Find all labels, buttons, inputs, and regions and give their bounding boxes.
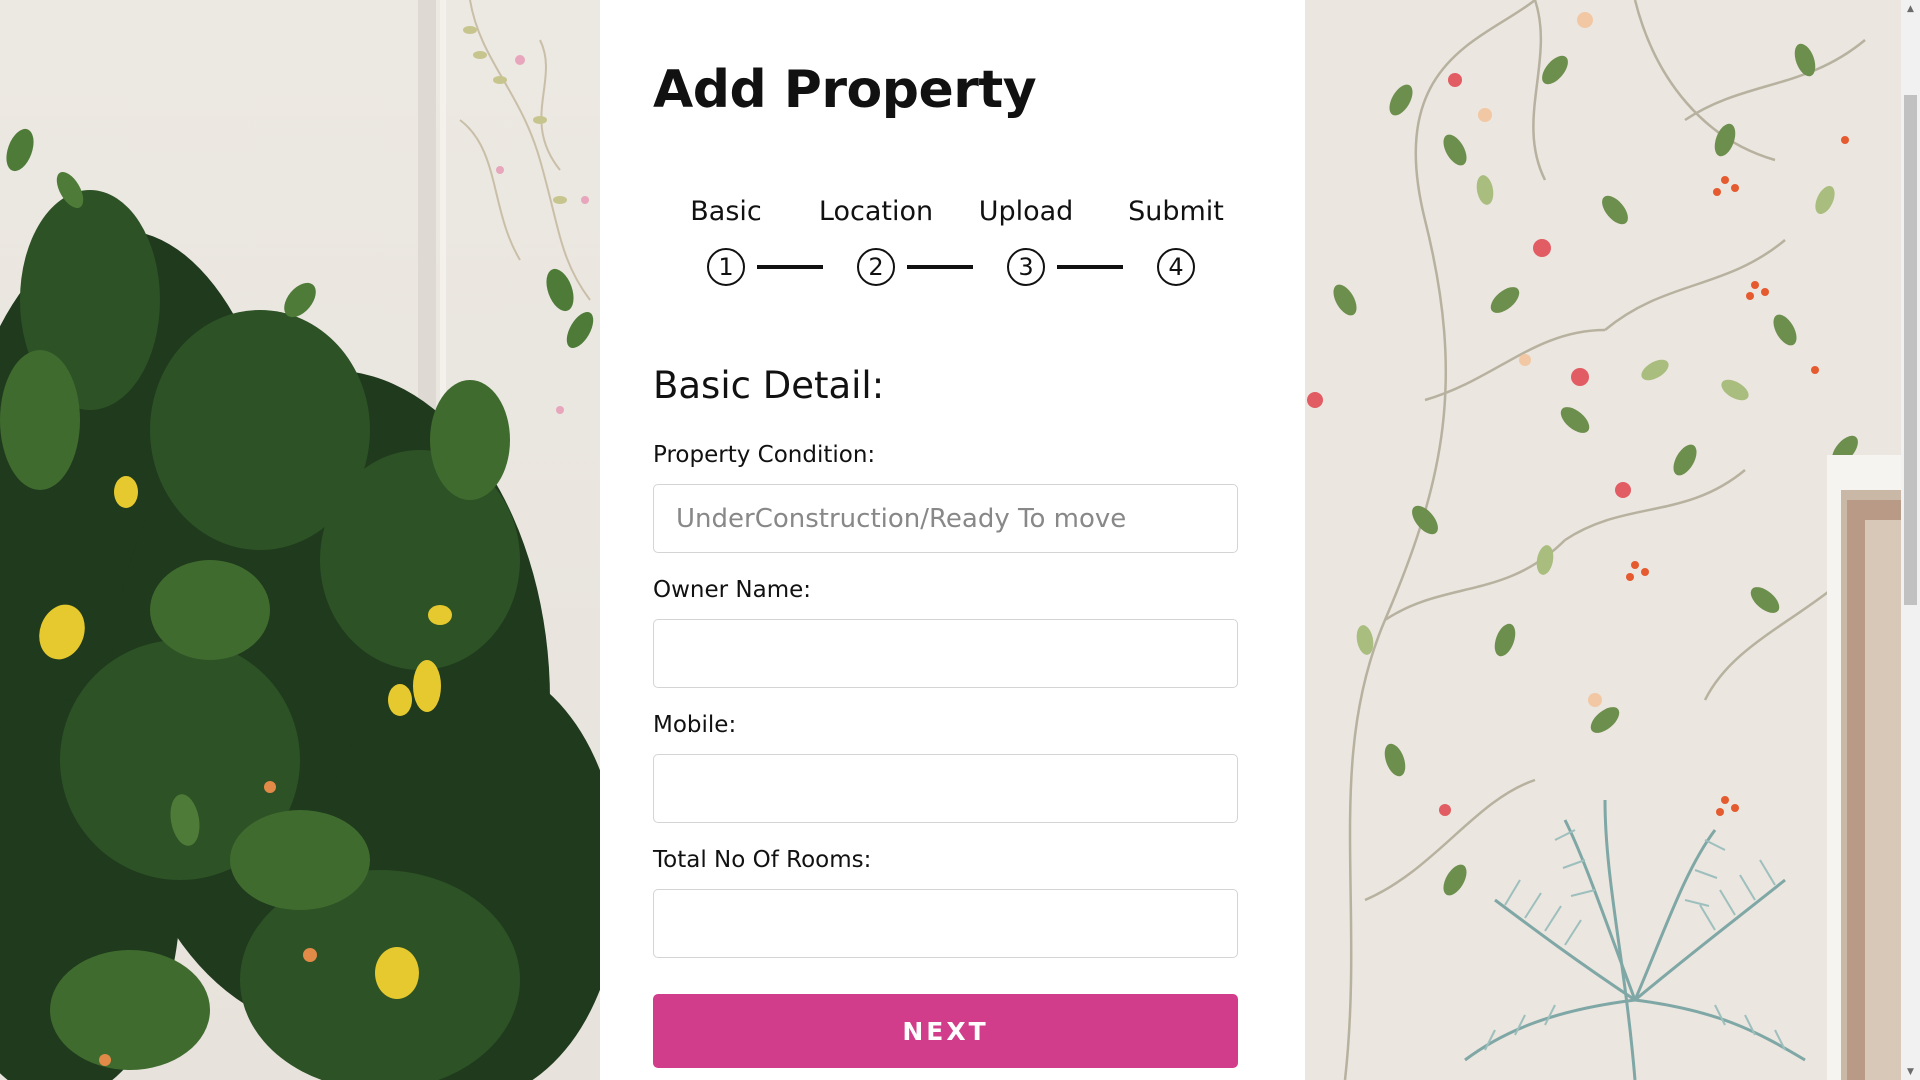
step-label-location: Location [818,196,934,227]
property-condition-label: Property Condition: [653,442,876,468]
page: Add Property Basic Location Upload Submi… [0,0,1920,1080]
right-background-image [1305,0,1901,1080]
progress-stepper: Basic Location Upload Submit 1 2 3 4 [653,196,1238,296]
step-1-circle: 1 [707,248,745,286]
step-4-circle: 4 [1157,248,1195,286]
step-connector-3 [1057,265,1123,269]
step-label-submit: Submit [1128,196,1224,227]
next-button[interactable]: NEXT [653,994,1238,1068]
step-connector-2 [907,265,973,269]
mobile-label: Mobile: [653,712,737,738]
page-title: Add Property [653,60,1037,120]
floral-wallpaper-illustration [1307,0,1901,1080]
scrollbar-thumb[interactable] [1904,95,1917,605]
scroll-down-arrow-icon[interactable]: ▼ [1901,1063,1920,1080]
owner-name-label: Owner Name: [653,577,812,603]
lemon-tree-illustration [0,0,600,1080]
mobile-input[interactable] [653,754,1238,823]
scroll-up-arrow-icon[interactable]: ▲ [1901,0,1920,17]
property-condition-input[interactable] [653,484,1238,553]
total-rooms-input[interactable] [653,889,1238,958]
section-title: Basic Detail: [653,364,885,407]
step-connector-1 [757,265,823,269]
vertical-scrollbar[interactable]: ▲ ▼ [1901,0,1920,1080]
step-2-circle: 2 [857,248,895,286]
step-label-upload: Upload [978,196,1074,227]
step-label-basic: Basic [690,196,762,227]
add-property-card: Add Property Basic Location Upload Submi… [600,0,1305,1080]
total-rooms-label: Total No Of Rooms: [653,847,872,873]
left-background-image [0,0,600,1080]
owner-name-input[interactable] [653,619,1238,688]
step-3-circle: 3 [1007,248,1045,286]
